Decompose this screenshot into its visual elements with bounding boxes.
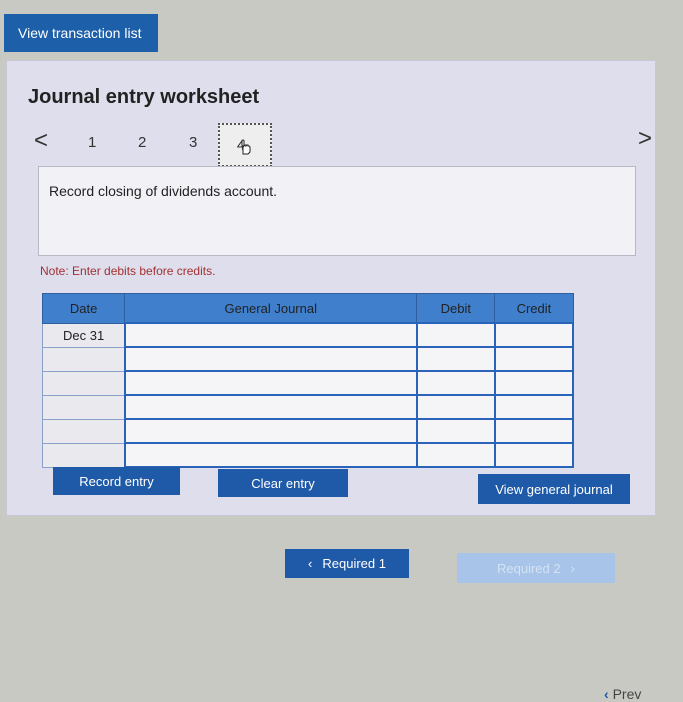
hand-pointer-icon bbox=[239, 139, 253, 159]
account-input[interactable] bbox=[123, 322, 418, 348]
step-1[interactable]: 1 bbox=[88, 134, 96, 151]
credit-header: Credit bbox=[494, 293, 574, 324]
note-text: Note: Enter debits before credits. bbox=[40, 264, 216, 278]
general-journal-header: General Journal bbox=[124, 293, 418, 324]
debit-input[interactable] bbox=[415, 322, 496, 348]
date-cell[interactable] bbox=[41, 418, 126, 444]
view-transaction-list-button[interactable]: View transaction list bbox=[4, 14, 158, 52]
debit-input[interactable] bbox=[415, 346, 496, 372]
debit-header: Debit bbox=[416, 293, 496, 324]
debit-input[interactable] bbox=[415, 418, 496, 444]
required-2-label: Required 2 bbox=[497, 560, 561, 576]
credit-input[interactable] bbox=[493, 394, 575, 420]
date-cell[interactable]: Dec 31 bbox=[41, 322, 126, 348]
record-entry-button[interactable]: Record entry bbox=[53, 467, 180, 495]
page-title: Journal entry worksheet bbox=[28, 86, 260, 108]
date-cell[interactable] bbox=[41, 346, 126, 372]
table-row: Dec 31 bbox=[41, 322, 575, 348]
account-input[interactable] bbox=[123, 394, 418, 420]
clear-entry-button[interactable]: Clear entry bbox=[218, 469, 348, 497]
table-row bbox=[41, 370, 575, 396]
required-2-button[interactable]: Required 2 › bbox=[457, 553, 615, 583]
account-input[interactable] bbox=[123, 442, 418, 468]
table-row bbox=[41, 346, 575, 372]
date-header: Date bbox=[41, 293, 126, 324]
account-input[interactable] bbox=[123, 346, 418, 372]
table-row bbox=[41, 418, 575, 444]
step-4-current[interactable]: 4 bbox=[218, 123, 272, 167]
credit-input[interactable] bbox=[493, 418, 575, 444]
required-1-button[interactable]: ‹ Required 1 bbox=[285, 549, 409, 578]
instruction-text: Record closing of dividends account. bbox=[49, 183, 278, 199]
prev-step-arrow-icon[interactable]: < bbox=[34, 127, 48, 155]
debit-input[interactable] bbox=[415, 394, 496, 420]
next-step-arrow-icon[interactable]: > bbox=[638, 125, 652, 153]
instruction-box: Record closing of dividends account. bbox=[38, 166, 636, 256]
account-input[interactable] bbox=[123, 418, 418, 444]
journal-table: Date General Journal Debit Credit Dec 31 bbox=[41, 293, 575, 468]
date-cell[interactable] bbox=[41, 394, 126, 420]
step-3[interactable]: 3 bbox=[189, 134, 197, 151]
credit-input[interactable] bbox=[493, 346, 575, 372]
debit-input[interactable] bbox=[415, 370, 496, 396]
credit-input[interactable] bbox=[493, 442, 575, 468]
debit-input[interactable] bbox=[415, 442, 496, 468]
table-row bbox=[41, 442, 575, 468]
table-header-row: Date General Journal Debit Credit bbox=[41, 293, 574, 324]
account-input[interactable] bbox=[123, 370, 418, 396]
table-row bbox=[41, 394, 575, 420]
date-cell[interactable] bbox=[41, 370, 126, 396]
required-1-label: Required 1 bbox=[322, 556, 386, 571]
chevron-left-icon: ‹ bbox=[308, 556, 313, 571]
step-2[interactable]: 2 bbox=[138, 134, 146, 151]
view-general-journal-button[interactable]: View general journal bbox=[478, 474, 630, 504]
credit-input[interactable] bbox=[493, 322, 575, 348]
chevron-right-icon: › bbox=[570, 560, 575, 576]
date-cell[interactable] bbox=[41, 442, 126, 468]
credit-input[interactable] bbox=[493, 370, 575, 396]
